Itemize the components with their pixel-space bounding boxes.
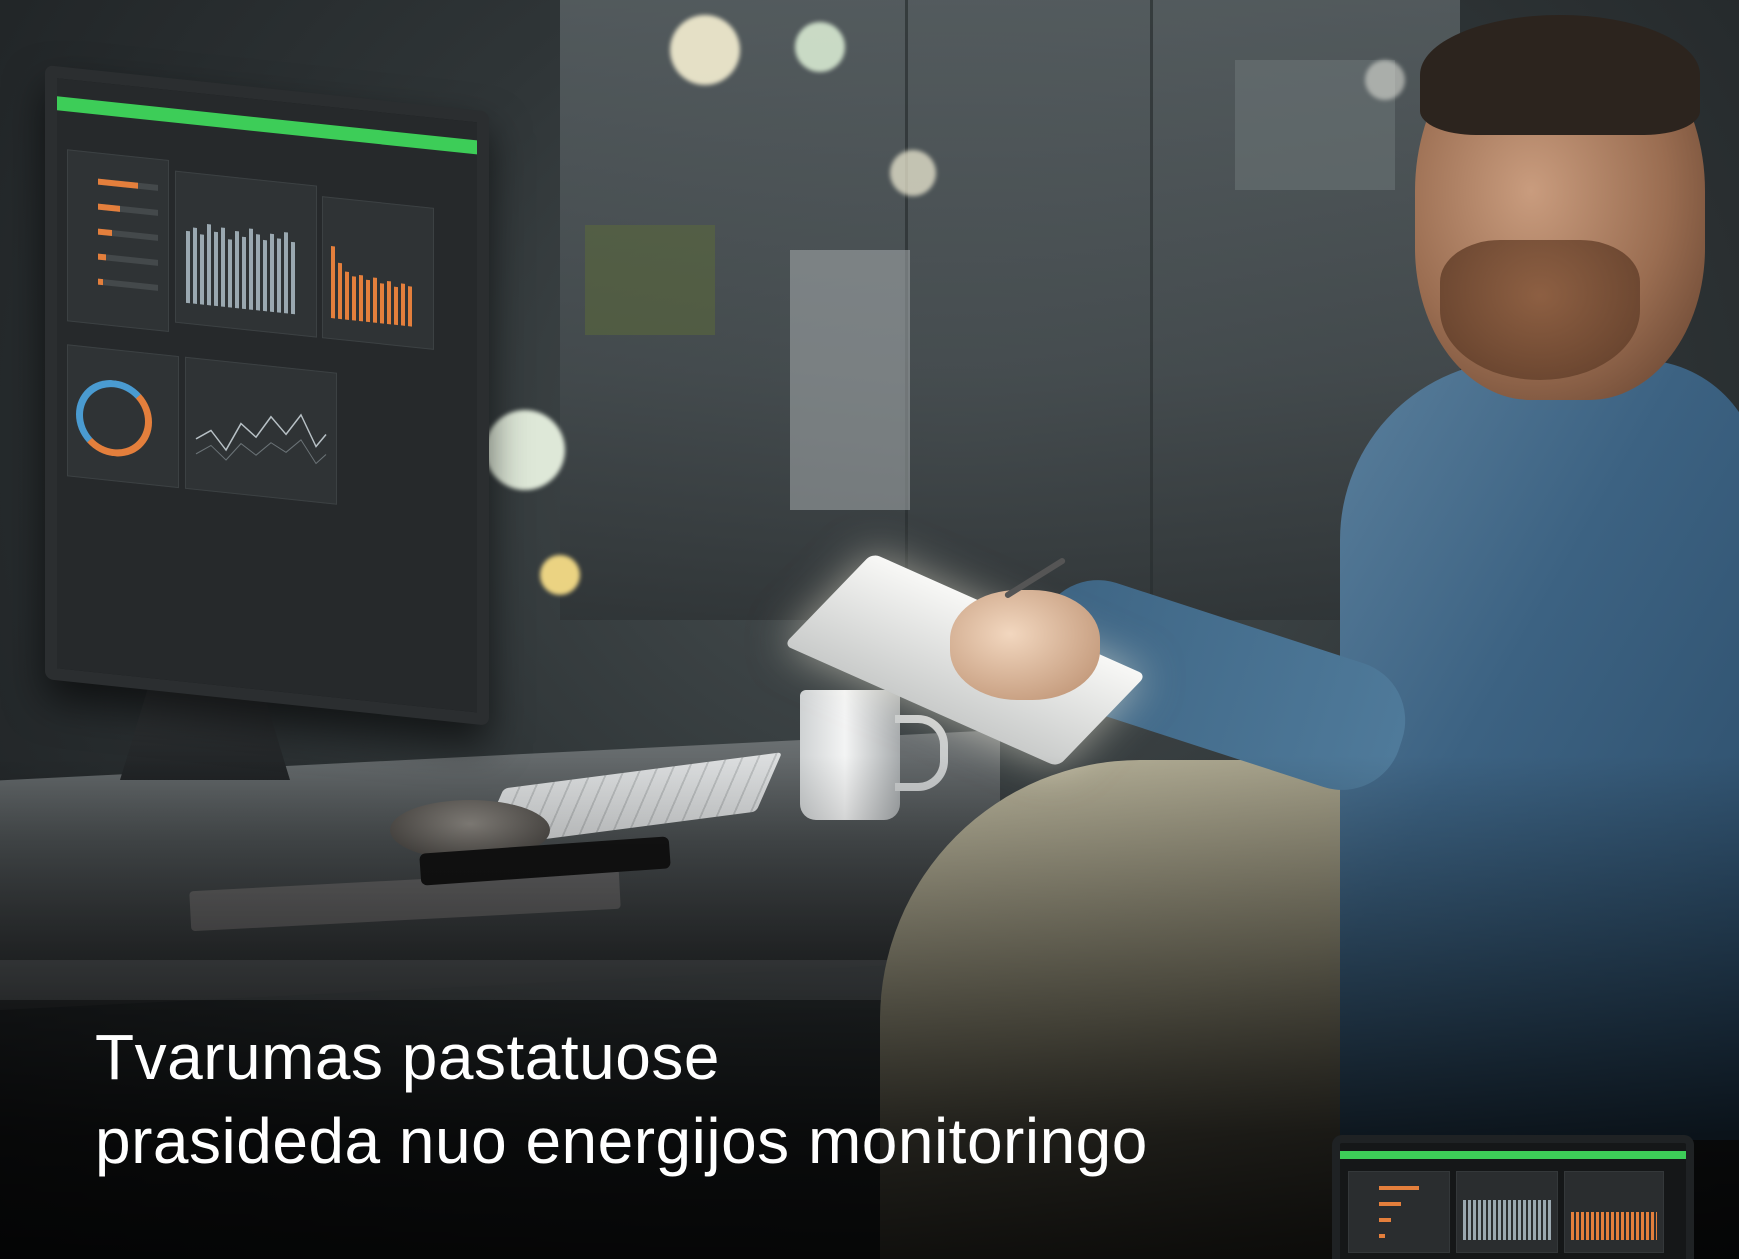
headline-line-2: prasideda nuo energijos monitoringo (95, 1105, 1148, 1177)
thumbnail-panel (1456, 1171, 1558, 1253)
thumbnail-header-bar (1340, 1151, 1686, 1159)
dashboard-thumbnail (1332, 1135, 1694, 1259)
headline: Tvarumas pastatuose prasideda nuo energi… (95, 1015, 1148, 1183)
thumbnail-panel (1564, 1171, 1664, 1253)
hero-photo: Tvarumas pastatuose prasideda nuo energi… (0, 0, 1739, 1259)
headline-line-1: Tvarumas pastatuose (95, 1021, 720, 1093)
thumbnail-panel (1348, 1171, 1450, 1253)
